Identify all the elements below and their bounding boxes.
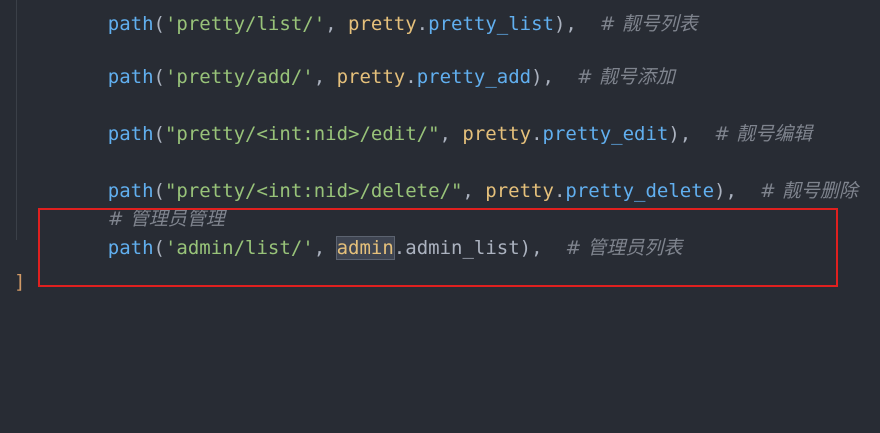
code-comment: # 靓号添加 [576, 66, 675, 88]
route-string: "pretty/<int:nid>/edit/" [164, 123, 440, 145]
paren-open: ( [153, 66, 165, 88]
code-line-pretty-delete[interactable]: path("pretty/<int:nid>/delete/", pretty.… [62, 155, 858, 202]
paren-open: ( [153, 13, 165, 35]
code-line-pretty-edit[interactable]: path("pretty/<int:nid>/edit/", pretty.pr… [62, 98, 812, 145]
dot: . [416, 13, 429, 35]
closing-bracket: ] [14, 271, 26, 293]
code-comment: # 靓号列表 [599, 13, 698, 35]
code-comment: # 靓号删除 [759, 180, 858, 202]
paren-close: ), [714, 180, 737, 202]
func-name: path [107, 66, 154, 88]
route-string: 'pretty/list/' [164, 13, 326, 35]
code-line-admin-comment[interactable]: # 管理员管理 [62, 183, 225, 230]
code-line-pretty-list[interactable]: path('pretty/list/', pretty.pretty_list)… [62, 0, 698, 35]
indent-guide [16, 0, 17, 240]
route-string: 'pretty/add/' [164, 66, 314, 88]
view-name: pretty_list [428, 13, 554, 35]
paren-close: ), [553, 13, 577, 35]
paren-close: ), [531, 66, 554, 88]
separator: , [462, 180, 486, 202]
view-name: pretty_add [416, 66, 532, 88]
separator: , [313, 66, 337, 88]
module-name: pretty [485, 180, 554, 202]
func-name: path [107, 123, 154, 145]
view-name: pretty_edit [542, 123, 669, 145]
dot: . [405, 66, 417, 88]
dot: . [553, 180, 566, 202]
module-name: pretty [336, 66, 406, 88]
dot: . [531, 123, 543, 145]
code-comment: # 靓号编辑 [714, 123, 813, 145]
module-name: pretty [462, 123, 532, 145]
code-line-pretty-add[interactable]: path('pretty/add/', pretty.pretty_add), … [62, 41, 675, 88]
red-annotation-box [38, 208, 838, 287]
separator: , [439, 123, 463, 145]
code-editor[interactable]: path('pretty/list/', pretty.pretty_list)… [0, 0, 880, 433]
paren-open: ( [153, 123, 165, 145]
view-name: pretty_delete [565, 180, 715, 202]
module-name: pretty [348, 13, 417, 35]
func-name: path [107, 13, 154, 35]
paren-close: ), [668, 123, 692, 145]
separator: , [325, 13, 349, 35]
